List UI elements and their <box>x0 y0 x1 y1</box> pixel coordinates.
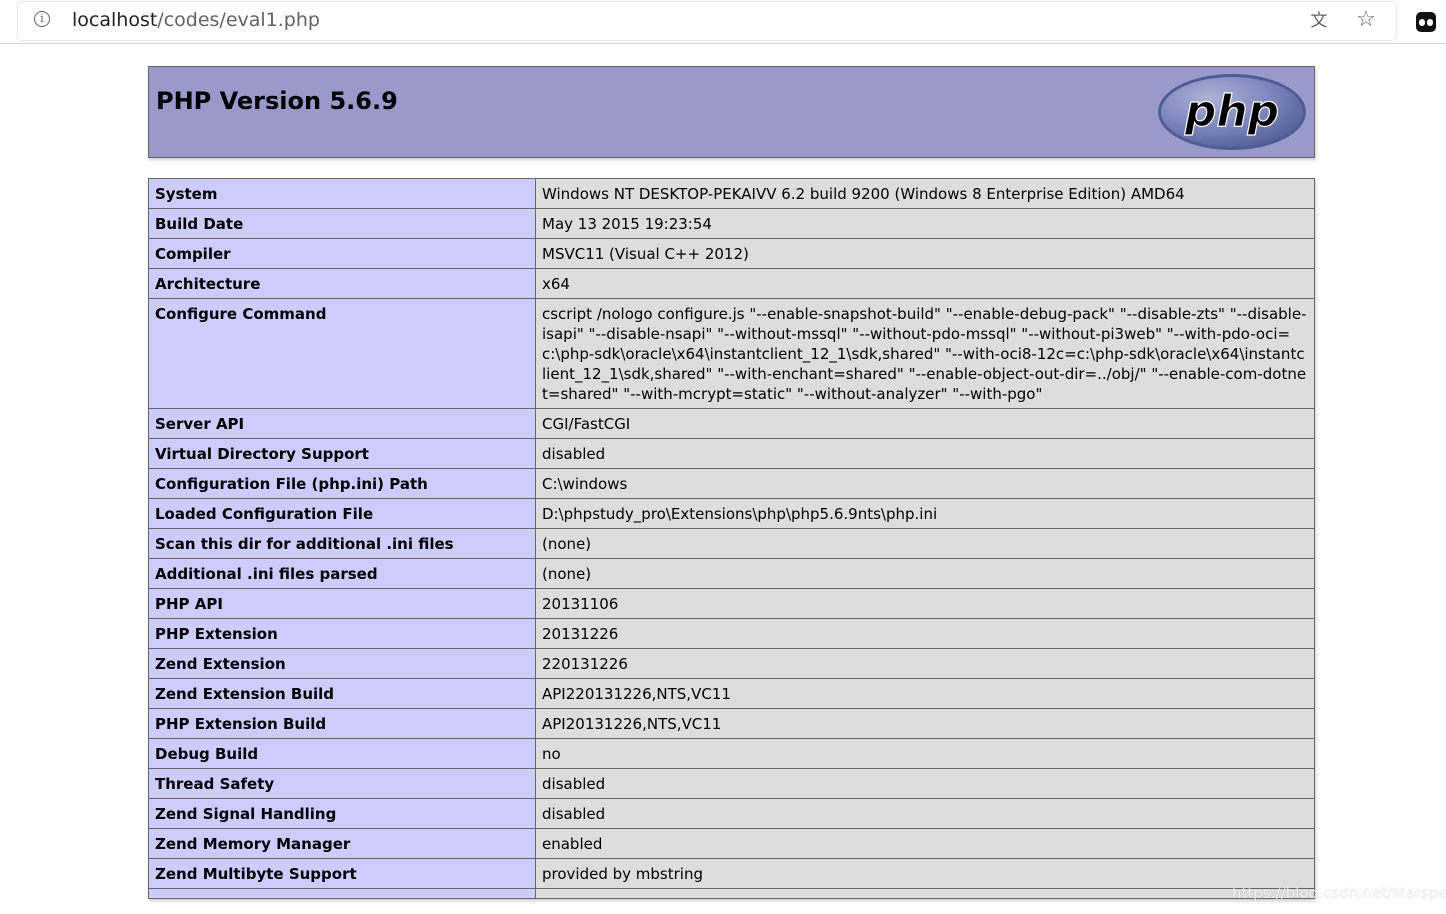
row-label <box>148 888 536 899</box>
row-value: cscript /nologo configure.js "--enable-s… <box>535 298 1315 409</box>
row-value <box>535 888 1315 899</box>
row-label: Debug Build <box>148 738 536 769</box>
row-label: Scan this dir for additional .ini files <box>148 528 536 559</box>
row-value: MSVC11 (Visual C++ 2012) <box>535 238 1315 269</box>
table-row: Compiler MSVC11 (Visual C++ 2012) <box>148 238 1315 269</box>
row-value: API220131226,NTS,VC11 <box>535 678 1315 709</box>
row-value: 20131226 <box>535 618 1315 649</box>
row-label: Thread Safety <box>148 768 536 799</box>
row-label: Zend Multibyte Support <box>148 858 536 889</box>
row-label: Zend Extension Build <box>148 678 536 709</box>
browser-toolbar: i localhost/codes/eval1.php 文 ☆ <box>0 0 1446 44</box>
row-label: Configuration File (php.ini) Path <box>148 468 536 499</box>
table-row: Zend Extension Build API220131226,NTS,VC1… <box>148 678 1315 709</box>
table-row: Scan this dir for additional .ini files(… <box>148 528 1315 559</box>
table-row <box>148 888 1315 899</box>
page-title: PHP Version 5.6.9 <box>156 87 398 115</box>
table-row: Zend Memory Manager enabled <box>148 828 1315 859</box>
url-path: /codes/eval1.php <box>157 9 320 31</box>
row-value: disabled <box>535 438 1315 469</box>
row-label: Zend Memory Manager <box>148 828 536 859</box>
row-value: Windows NT DESKTOP-PEKAIVV 6.2 build 920… <box>535 178 1315 209</box>
table-row: Configure Command cscript /nologo configu… <box>148 298 1315 409</box>
table-row: System Windows NT DESKTOP-PEKAIVV 6.2 bui… <box>148 178 1315 209</box>
row-label: Compiler <box>148 238 536 269</box>
row-value: x64 <box>535 268 1315 299</box>
table-row: Zend Extension 220131226 <box>148 648 1315 679</box>
table-row: Zend Multibyte Support provided by mbstri… <box>148 858 1315 889</box>
row-value: C:\windows <box>535 468 1315 499</box>
row-value: D:\phpstudy_pro\Extensions\php\php5.6.9n… <box>535 498 1315 529</box>
table-row: Thread Safety disabled <box>148 768 1315 799</box>
table-row: Additional .ini files parsed (none) <box>148 558 1315 589</box>
table-row: Build Date May 13 2015 19:23:54 <box>148 208 1315 239</box>
row-value: 220131226 <box>535 648 1315 679</box>
php-logo-text: php <box>1184 86 1279 137</box>
table-row: Server API CGI/FastCGI <box>148 408 1315 439</box>
row-label: Virtual Directory Support <box>148 438 536 469</box>
row-value: API20131226,NTS,VC11 <box>535 708 1315 739</box>
table-row: Loaded Configuration File D:\phpstudy_pro… <box>148 498 1315 529</box>
row-label: PHP Extension Build <box>148 708 536 739</box>
php-logo: php <box>1158 74 1306 150</box>
table-row: Zend Signal Handling disabled <box>148 798 1315 829</box>
row-label: PHP Extension <box>148 618 536 649</box>
address-bar[interactable]: i localhost/codes/eval1.php 文 ☆ <box>18 2 1396 40</box>
row-label: PHP API <box>148 588 536 619</box>
table-row: Debug Build no <box>148 738 1315 769</box>
watermark: https://blog.csdn.net/Marsper <box>1232 884 1446 902</box>
table-row: PHP Extension 20131226 <box>148 618 1315 649</box>
row-label: Build Date <box>148 208 536 239</box>
row-value: disabled <box>535 768 1315 799</box>
row-label: Server API <box>148 408 536 439</box>
info-icon[interactable]: i <box>34 11 50 27</box>
table-row: Virtual Directory Support disabled <box>148 438 1315 469</box>
row-label: Architecture <box>148 268 536 299</box>
row-value: (none) <box>535 528 1315 559</box>
row-label: Zend Extension <box>148 648 536 679</box>
row-label: System <box>148 178 536 209</box>
row-label: Configure Command <box>148 298 536 409</box>
row-label: Zend Signal Handling <box>148 798 536 829</box>
table-row: Configuration File (php.ini) Path C:\wind… <box>148 468 1315 499</box>
row-value: enabled <box>535 828 1315 859</box>
row-value: 20131106 <box>535 588 1315 619</box>
row-label: Additional .ini files parsed <box>148 558 536 589</box>
star-icon[interactable]: ☆ <box>1354 8 1378 32</box>
row-value: provided by mbstring <box>535 858 1315 889</box>
php-info-table: System Windows NT DESKTOP-PEKAIVV 6.2 bui… <box>148 178 1315 899</box>
row-value: (none) <box>535 558 1315 589</box>
table-row: PHP API 20131106 <box>148 588 1315 619</box>
url-text[interactable]: localhost/codes/eval1.php <box>72 9 320 31</box>
url-host: localhost <box>72 9 158 31</box>
table-row: Architecture x64 <box>148 268 1315 299</box>
row-value: May 13 2015 19:23:54 <box>535 208 1315 239</box>
row-value: no <box>535 738 1315 769</box>
table-row: PHP Extension Build API20131226,NTS,VC11 <box>148 708 1315 739</box>
translate-icon[interactable]: 文 <box>1308 10 1330 32</box>
row-label: Loaded Configuration File <box>148 498 536 529</box>
row-value: CGI/FastCGI <box>535 408 1315 439</box>
php-version-header: PHP Version 5.6.9 php <box>148 66 1315 158</box>
row-value: disabled <box>535 798 1315 829</box>
extension-icon[interactable] <box>1416 12 1436 32</box>
